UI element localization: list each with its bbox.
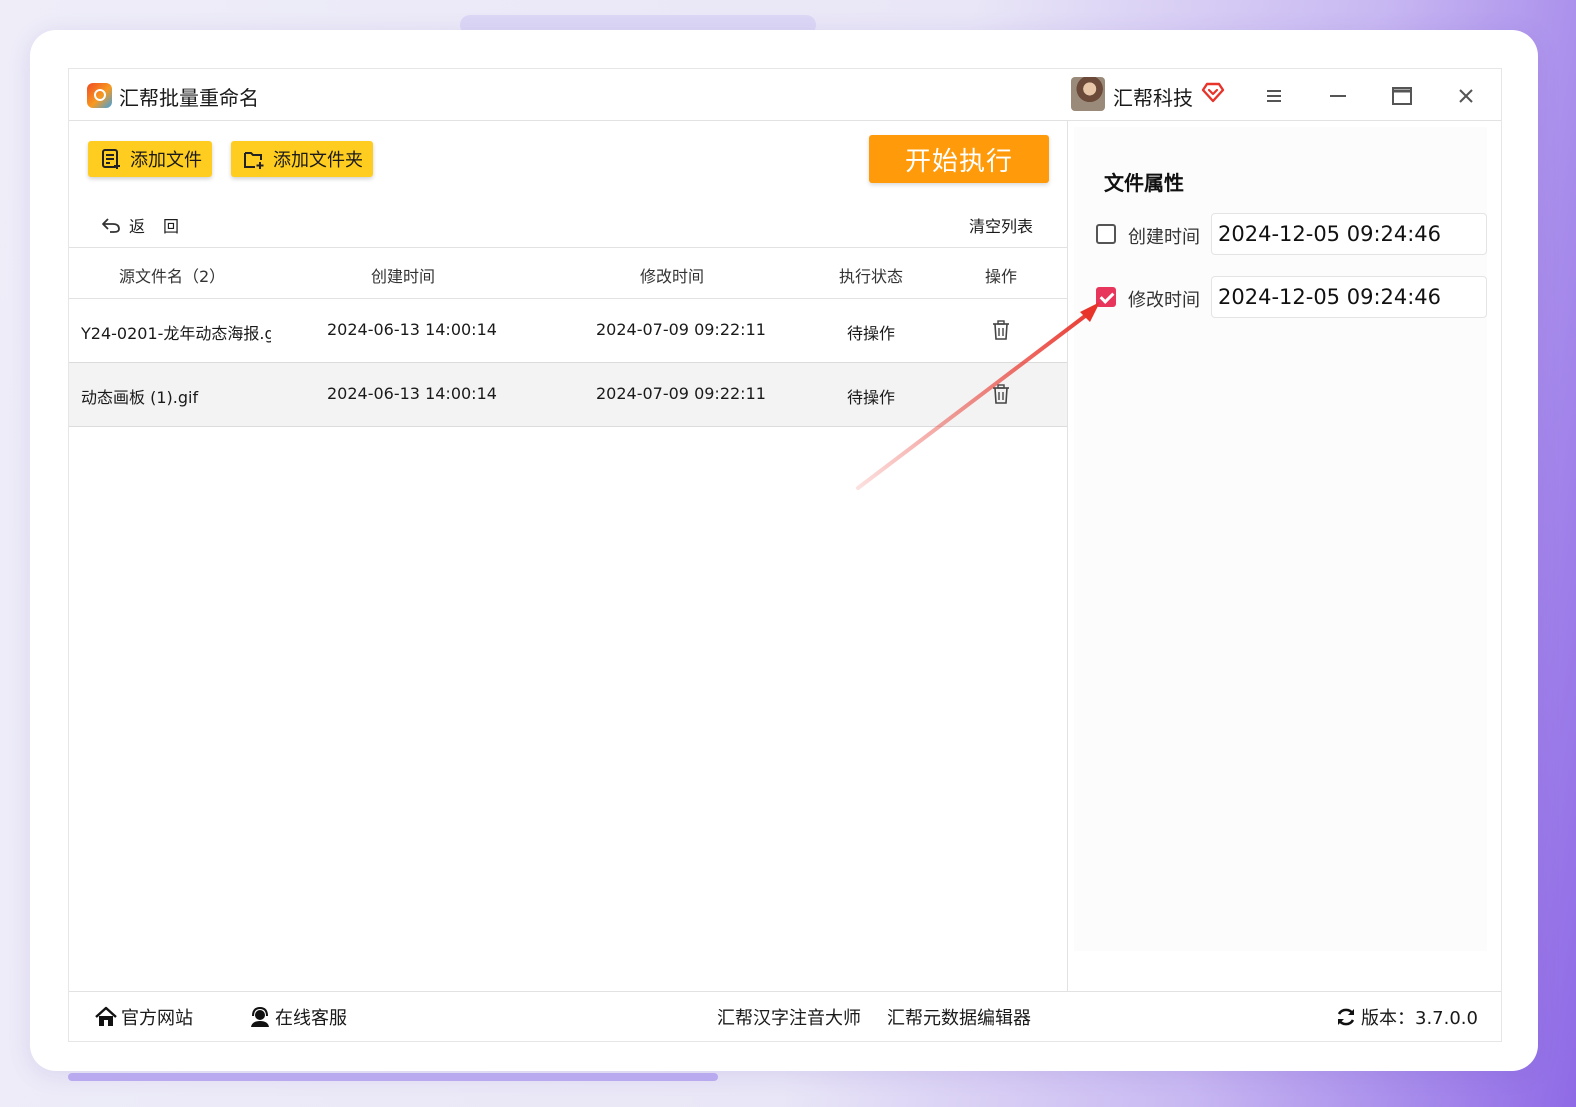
file-list-pane: 添加文件 添加文件夹 开始执行 返回 清空列表 源文件名（2） 创建时间 修改时… <box>69 121 1067 991</box>
footer-bar: 官方网站 在线客服 汇帮汉字注音大师 汇帮元数据编辑器 版本：3.7.0.0 <box>69 991 1501 1043</box>
header-action: 操作 <box>985 267 1018 286</box>
cell-filename: Y24-0201-龙年动态海报.gi <box>81 324 271 343</box>
app-window: 汇帮批量重命名 汇帮科技 添加文件 添加文件夹 开始执行 返回 清空列表 源文件… <box>68 68 1502 1042</box>
header-status: 执行状态 <box>839 267 904 286</box>
properties-panel: 文件属性 创建时间 修改时间 <box>1074 127 1487 951</box>
cell-created: 2024-06-13 14:00:14 <box>327 384 497 403</box>
menu-icon[interactable] <box>1261 83 1287 109</box>
online-service-label: 在线客服 <box>275 1008 347 1029</box>
created-time-label: 创建时间 <box>1128 227 1200 248</box>
add-file-label: 添加文件 <box>130 150 202 171</box>
created-time-input[interactable] <box>1211 213 1487 255</box>
cell-modified: 2024-07-09 09:22:11 <box>596 384 766 403</box>
app-logo-icon <box>87 83 112 108</box>
table-row[interactable]: Y24-0201-龙年动态海报.gi 2024-06-13 14:00:14 2… <box>69 299 1067 363</box>
title-bar: 汇帮批量重命名 汇帮科技 <box>69 69 1501 121</box>
modified-time-label: 修改时间 <box>1128 290 1200 311</box>
delete-icon[interactable] <box>991 319 1011 341</box>
cell-filename: 动态画板 (1).gif <box>81 388 199 407</box>
refresh-icon <box>1337 1008 1355 1026</box>
official-site-label: 官方网站 <box>121 1008 193 1029</box>
close-icon[interactable] <box>1453 83 1479 109</box>
header-modified: 修改时间 <box>640 267 705 286</box>
cell-created: 2024-06-13 14:00:14 <box>327 320 497 339</box>
add-folder-icon <box>244 152 264 169</box>
file-properties-pane: 文件属性 创建时间 修改时间 <box>1067 121 1501 991</box>
cell-modified: 2024-07-09 09:22:11 <box>596 320 766 339</box>
add-file-icon <box>102 149 120 169</box>
online-service-link[interactable]: 在线客服 <box>249 1004 347 1030</box>
user-avatar[interactable] <box>1071 77 1105 111</box>
cell-status: 待操作 <box>847 324 896 343</box>
back-label: 返回 <box>129 217 198 236</box>
version-check[interactable]: 版本：3.7.0.0 <box>1335 1004 1478 1030</box>
undo-icon <box>102 218 120 233</box>
maximize-icon[interactable] <box>1389 83 1415 109</box>
add-folder-button[interactable]: 添加文件夹 <box>231 141 373 177</box>
version-label: 版本：3.7.0.0 <box>1361 1008 1478 1029</box>
back-button[interactable]: 返回 <box>101 213 197 237</box>
scroll-indicator-decor <box>68 1073 718 1081</box>
delete-icon[interactable] <box>991 383 1011 405</box>
add-file-button[interactable]: 添加文件 <box>88 141 212 177</box>
table-header: 源文件名（2） 创建时间 修改时间 执行状态 操作 <box>69 247 1067 299</box>
support-agent-icon <box>251 1006 269 1027</box>
cell-status: 待操作 <box>847 388 896 407</box>
created-time-checkbox[interactable] <box>1096 224 1116 244</box>
vip-heart-icon[interactable] <box>1201 81 1225 103</box>
minimize-icon[interactable] <box>1325 83 1351 109</box>
properties-title: 文件属性 <box>1104 171 1184 195</box>
modified-time-input[interactable] <box>1211 276 1487 318</box>
start-execute-button[interactable]: 开始执行 <box>869 135 1049 183</box>
official-site-link[interactable]: 官方网站 <box>95 1004 193 1030</box>
metadata-tool-link[interactable]: 汇帮元数据编辑器 <box>887 1004 1031 1030</box>
header-name: 源文件名（2） <box>119 267 226 286</box>
add-folder-label: 添加文件夹 <box>273 150 363 171</box>
company-name[interactable]: 汇帮科技 <box>1113 82 1193 111</box>
app-title: 汇帮批量重命名 <box>119 86 259 110</box>
home-icon <box>95 1006 117 1026</box>
header-created: 创建时间 <box>371 267 436 286</box>
clear-list-button[interactable]: 清空列表 <box>969 213 1033 237</box>
modified-time-checkbox[interactable] <box>1096 287 1116 307</box>
pinyin-tool-link[interactable]: 汇帮汉字注音大师 <box>717 1004 861 1030</box>
table-row[interactable]: 动态画板 (1).gif 2024-06-13 14:00:14 2024-07… <box>69 363 1067 427</box>
